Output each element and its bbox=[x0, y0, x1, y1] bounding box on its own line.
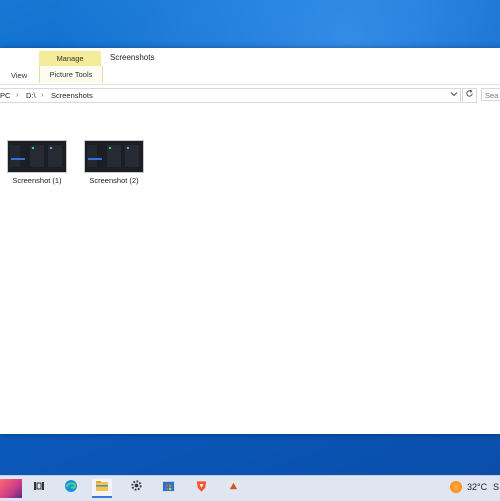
ribbon: Manage Screenshots View Picture Tools bbox=[0, 48, 500, 85]
address-bar[interactable]: PC › D:\ › Screenshots bbox=[0, 88, 461, 103]
breadcrumb-drive[interactable]: D:\ bbox=[26, 90, 36, 101]
file-explorer-window: Manage Screenshots View Picture Tools PC… bbox=[0, 48, 500, 434]
file-name[interactable]: Screenshot (1) bbox=[6, 176, 68, 185]
file-explorer-icon[interactable] bbox=[92, 479, 112, 498]
task-view-icon[interactable] bbox=[29, 479, 49, 498]
refresh-icon[interactable] bbox=[462, 88, 477, 103]
window-title: Screenshots bbox=[110, 53, 155, 62]
weather-condition[interactable]: S bbox=[493, 482, 499, 492]
search-input[interactable]: Sea bbox=[481, 88, 500, 101]
app-icon[interactable] bbox=[223, 479, 243, 498]
image-thumbnail[interactable] bbox=[7, 140, 67, 173]
file-item[interactable]: Screenshot (1) bbox=[6, 140, 68, 185]
taskbar bbox=[0, 475, 500, 501]
breadcrumb-separator[interactable]: › bbox=[41, 90, 43, 101]
breadcrumb-screenshots[interactable]: Screenshots bbox=[51, 90, 93, 101]
tab-picture-tools[interactable]: Picture Tools bbox=[39, 66, 103, 83]
file-item[interactable]: Screenshot (2) bbox=[83, 140, 145, 185]
chevron-down-icon[interactable] bbox=[448, 89, 460, 102]
tab-manage[interactable]: Manage bbox=[39, 51, 101, 66]
breadcrumb-separator[interactable]: › bbox=[16, 90, 18, 101]
brave-icon[interactable] bbox=[191, 479, 211, 498]
breadcrumb-pc[interactable]: PC bbox=[0, 90, 10, 101]
store-icon[interactable] bbox=[158, 479, 178, 498]
file-name[interactable]: Screenshot (2) bbox=[83, 176, 145, 185]
edge-icon[interactable] bbox=[61, 479, 81, 498]
weather-temperature[interactable]: 32°C bbox=[467, 482, 487, 492]
start-widget-icon[interactable] bbox=[0, 479, 22, 498]
tab-view[interactable]: View bbox=[11, 71, 27, 80]
image-thumbnail[interactable] bbox=[84, 140, 144, 173]
sun-icon[interactable] bbox=[450, 481, 462, 493]
settings-icon[interactable] bbox=[126, 479, 146, 498]
